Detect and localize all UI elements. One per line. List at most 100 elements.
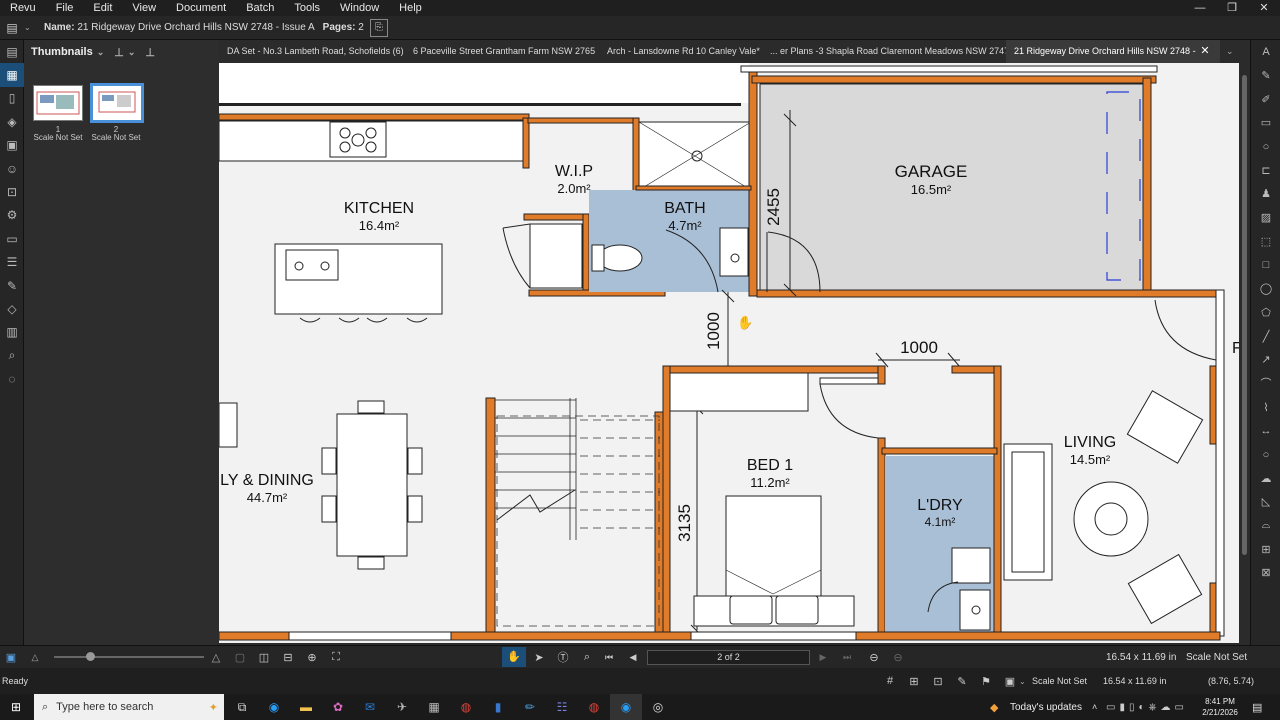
split-vertical-icon[interactable]: ◫ (252, 651, 276, 664)
edge-icon[interactable]: ◉ (258, 694, 290, 720)
triangle-icon[interactable]: △ (22, 652, 48, 663)
panel-toggle-icon[interactable]: ▣ (0, 651, 22, 664)
taskbar-search[interactable]: ⌕ Type here to search ✦ (34, 694, 224, 720)
tab-paceville-street[interactable]: 6 Paceville Street Grantham Farm NSW 276… (405, 40, 599, 63)
properties-icon[interactable]: ◇ (0, 297, 24, 320)
mail-icon[interactable]: ✈ (386, 694, 418, 720)
close-window-button[interactable]: ✕ (1248, 0, 1280, 16)
perimeter-icon[interactable]: ⌓ (1251, 514, 1280, 538)
scrollbar-thumb[interactable] (1242, 75, 1247, 555)
teams-icon[interactable]: ☷ (546, 694, 578, 720)
select-text-icon[interactable]: Ⓣ (552, 649, 574, 665)
note-icon[interactable]: ▭ (1251, 111, 1280, 135)
previous-page-icon[interactable]: ◀ (624, 652, 642, 663)
chrome-profile-icon[interactable]: ◍ (578, 694, 610, 720)
task-view-icon[interactable]: ⧉ (226, 694, 258, 720)
restore-button[interactable]: ❐ (1216, 0, 1248, 16)
toolchest-icon[interactable]: ▣ (0, 134, 24, 157)
paint-icon[interactable]: ✏ (514, 694, 546, 720)
settings-icon[interactable]: ⚙ (0, 204, 24, 227)
triangle-large-icon[interactable]: △ (204, 651, 228, 664)
thumbnail-page-1[interactable] (33, 85, 83, 121)
menu-file[interactable]: File (46, 2, 84, 14)
show-hidden-icons[interactable]: ˄ (1092, 702, 1097, 712)
outlook-icon[interactable]: ✉ (354, 694, 386, 720)
count-icon[interactable]: ⊞ (1251, 537, 1280, 561)
next-page-icon[interactable]: ▶ (814, 652, 832, 663)
split-horizontal-icon[interactable]: ⊟ (276, 651, 300, 664)
snap-grid-icon[interactable]: ⊞ (906, 675, 922, 688)
chrome-icon[interactable]: ◍ (450, 694, 482, 720)
bluebeam-revu-icon[interactable]: ▮ (482, 694, 514, 720)
menu-batch[interactable]: Batch (236, 2, 284, 14)
edge-active-icon[interactable]: ◉ (610, 694, 642, 720)
pan-tool-icon[interactable]: ✋ (502, 647, 526, 667)
obs-icon[interactable]: ◎ (642, 694, 674, 720)
tab-list-chevron-icon[interactable]: ⌄ (1226, 46, 1234, 57)
tab-shapla-road[interactable]: ... er Plans -3 Shapla Road Claremont Me… (762, 40, 1006, 63)
name-value[interactable]: 21 Ridgeway Drive Orchard Hills NSW 2748… (77, 22, 314, 33)
document-icon[interactable]: ▤ (0, 21, 24, 35)
menu-tools[interactable]: Tools (284, 2, 330, 14)
fit-icon[interactable]: ⛶ (324, 651, 348, 664)
measurements-icon[interactable]: ▭ (0, 227, 24, 250)
text-box-icon[interactable]: A (1251, 40, 1280, 64)
taskbar-clock[interactable]: 8:41 PM 2/21/2026 (1200, 696, 1240, 718)
stamp-icon[interactable]: ○ (1251, 135, 1280, 159)
notification-icon[interactable]: ▤ (1252, 701, 1262, 714)
search-icon[interactable]: ⌕ (0, 344, 24, 367)
snap-content-icon[interactable]: ⊡ (930, 675, 946, 688)
chevron-down-icon[interactable]: ⌄ (97, 47, 105, 58)
zoom-icon[interactable]: ⌕ (576, 651, 598, 664)
chevron-down-icon[interactable]: ⌄ (128, 47, 136, 58)
menu-document[interactable]: Document (166, 2, 236, 14)
layers-icon[interactable]: ◈ (0, 110, 24, 133)
circle-icon[interactable]: ○ (1251, 443, 1280, 467)
thumbnail-size-slider[interactable] (54, 652, 204, 661)
pen-icon[interactable]: ✐ (1251, 87, 1280, 111)
tab-lansdowne-rd[interactable]: Arch - Lansdowne Rd 10 Canley Vale* (599, 40, 762, 63)
forms-icon[interactable]: ▥ (0, 321, 24, 344)
tab-lambeth-road[interactable]: DA Set - No.3 Lambeth Road, Schofields (… (219, 40, 405, 63)
sync-icon[interactable]: ⊕ (300, 651, 324, 664)
drawing-canvas[interactable]: KITCHEN 16.4m² W.I.P 2.0m² BATH 4.7m² GA… (219, 63, 1239, 643)
thumbnail-size-icon[interactable]: ⊥ (145, 46, 155, 59)
back-view-icon[interactable]: ⊖ (864, 651, 884, 664)
area-icon[interactable]: ◺ (1251, 490, 1280, 514)
grid-icon[interactable]: # (882, 675, 898, 687)
rectangle-icon[interactable]: □ (1251, 253, 1280, 277)
minimize-button[interactable]: — (1184, 0, 1216, 16)
arrow-icon[interactable]: ↗ (1251, 348, 1280, 372)
forward-view-icon[interactable]: ⊖ (888, 651, 908, 664)
ellipse-icon[interactable]: ◯ (1251, 277, 1280, 301)
windows-start-icon[interactable]: ⊞ (0, 694, 32, 720)
highlighter-icon[interactable]: ✎ (1251, 64, 1280, 88)
single-page-icon[interactable]: ▢ (228, 651, 252, 664)
snapshot-icon[interactable]: ⬚ (1251, 230, 1280, 254)
file-access-icon[interactable]: ▤ (0, 40, 24, 63)
thumbnails-icon[interactable]: ▦ (0, 63, 24, 87)
menu-edit[interactable]: Edit (83, 2, 122, 14)
reuse-icon[interactable]: ⚑ (978, 675, 994, 688)
slider-handle[interactable] (86, 652, 95, 661)
comments-icon[interactable]: ◌ (0, 367, 24, 390)
tab-ridgeway-drive[interactable]: 21 Ridgeway Drive Orchard Hills NSW 2748… (1006, 40, 1220, 63)
studio-icon[interactable]: ☺ (0, 157, 24, 180)
links-icon[interactable]: ⊡ (0, 180, 24, 203)
first-page-icon[interactable]: ⏮ (600, 652, 618, 663)
taskbar-updates[interactable]: Today's updates (1010, 702, 1082, 713)
menu-window[interactable]: Window (330, 2, 389, 14)
image-icon[interactable]: ▨ (1251, 206, 1280, 230)
calibrate-icon[interactable]: ⊠ (1251, 561, 1280, 585)
vertical-scrollbar[interactable] (1239, 63, 1250, 643)
thumbnail-page-2[interactable] (90, 83, 144, 123)
arc-icon[interactable]: ⌒ (1251, 372, 1280, 396)
polyline-icon[interactable]: ⌇ (1251, 395, 1280, 419)
snap-markup-icon[interactable]: ✎ (954, 675, 970, 688)
page-setup-icon[interactable]: ⎘ (369, 18, 388, 37)
select-tool-icon[interactable]: ➤ (528, 651, 550, 664)
last-page-icon[interactable]: ⏭ (838, 652, 856, 663)
polygon-icon[interactable]: ⬠ (1251, 301, 1280, 325)
copilot-icon[interactable]: ✿ (322, 694, 354, 720)
menu-view[interactable]: View (122, 2, 166, 14)
